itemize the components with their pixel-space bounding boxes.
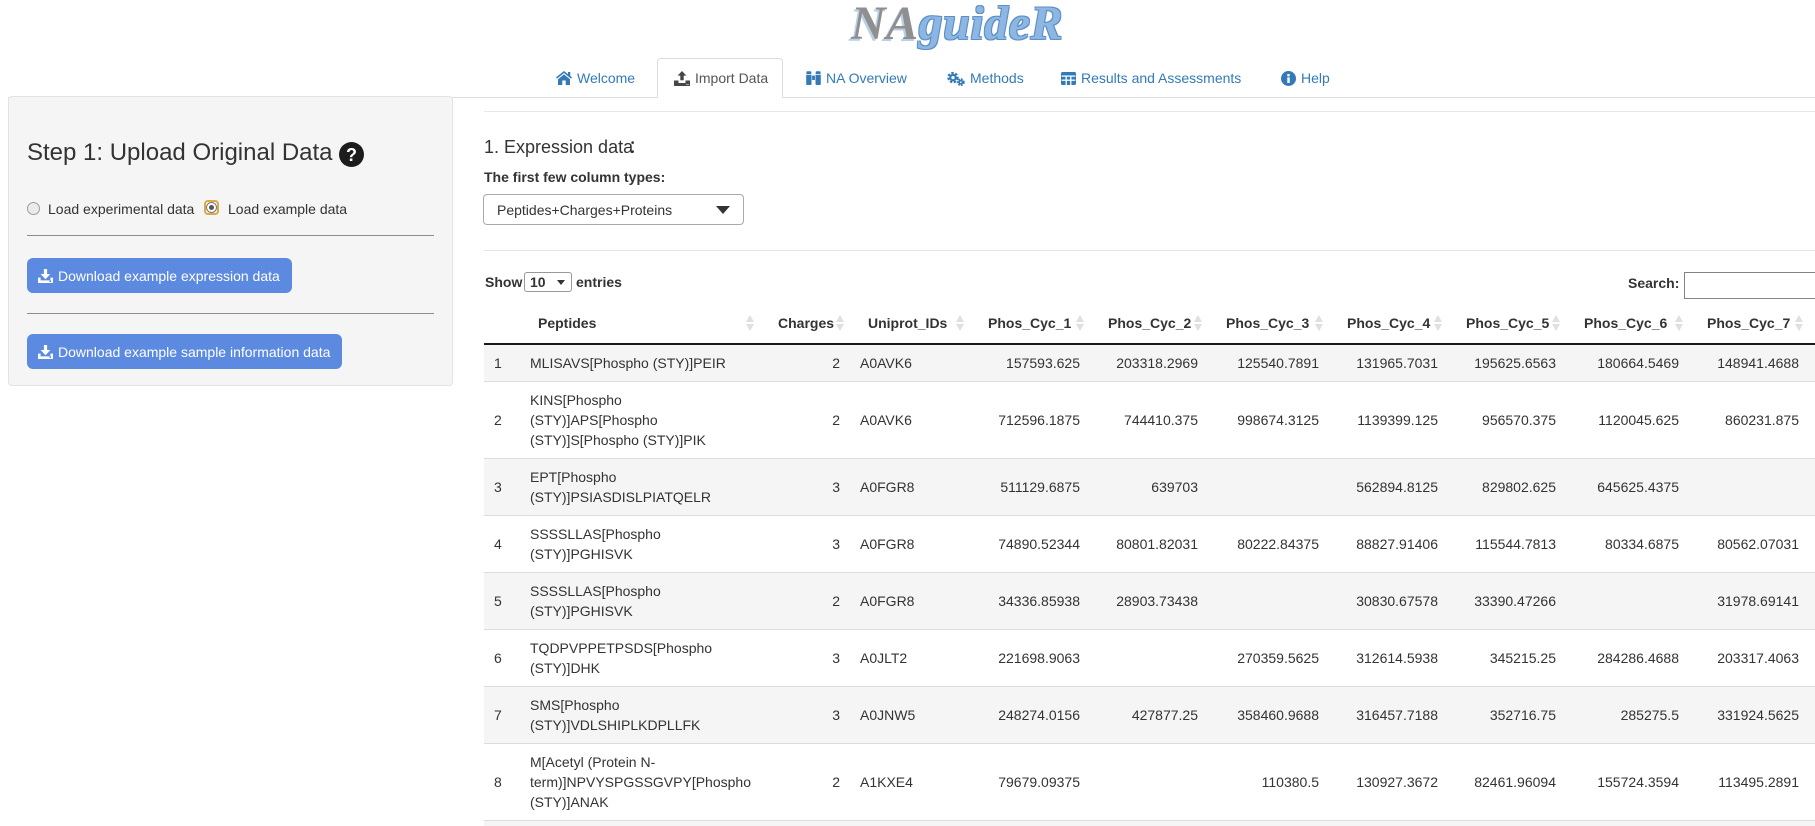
svg-text:?: ? [346,145,357,165]
